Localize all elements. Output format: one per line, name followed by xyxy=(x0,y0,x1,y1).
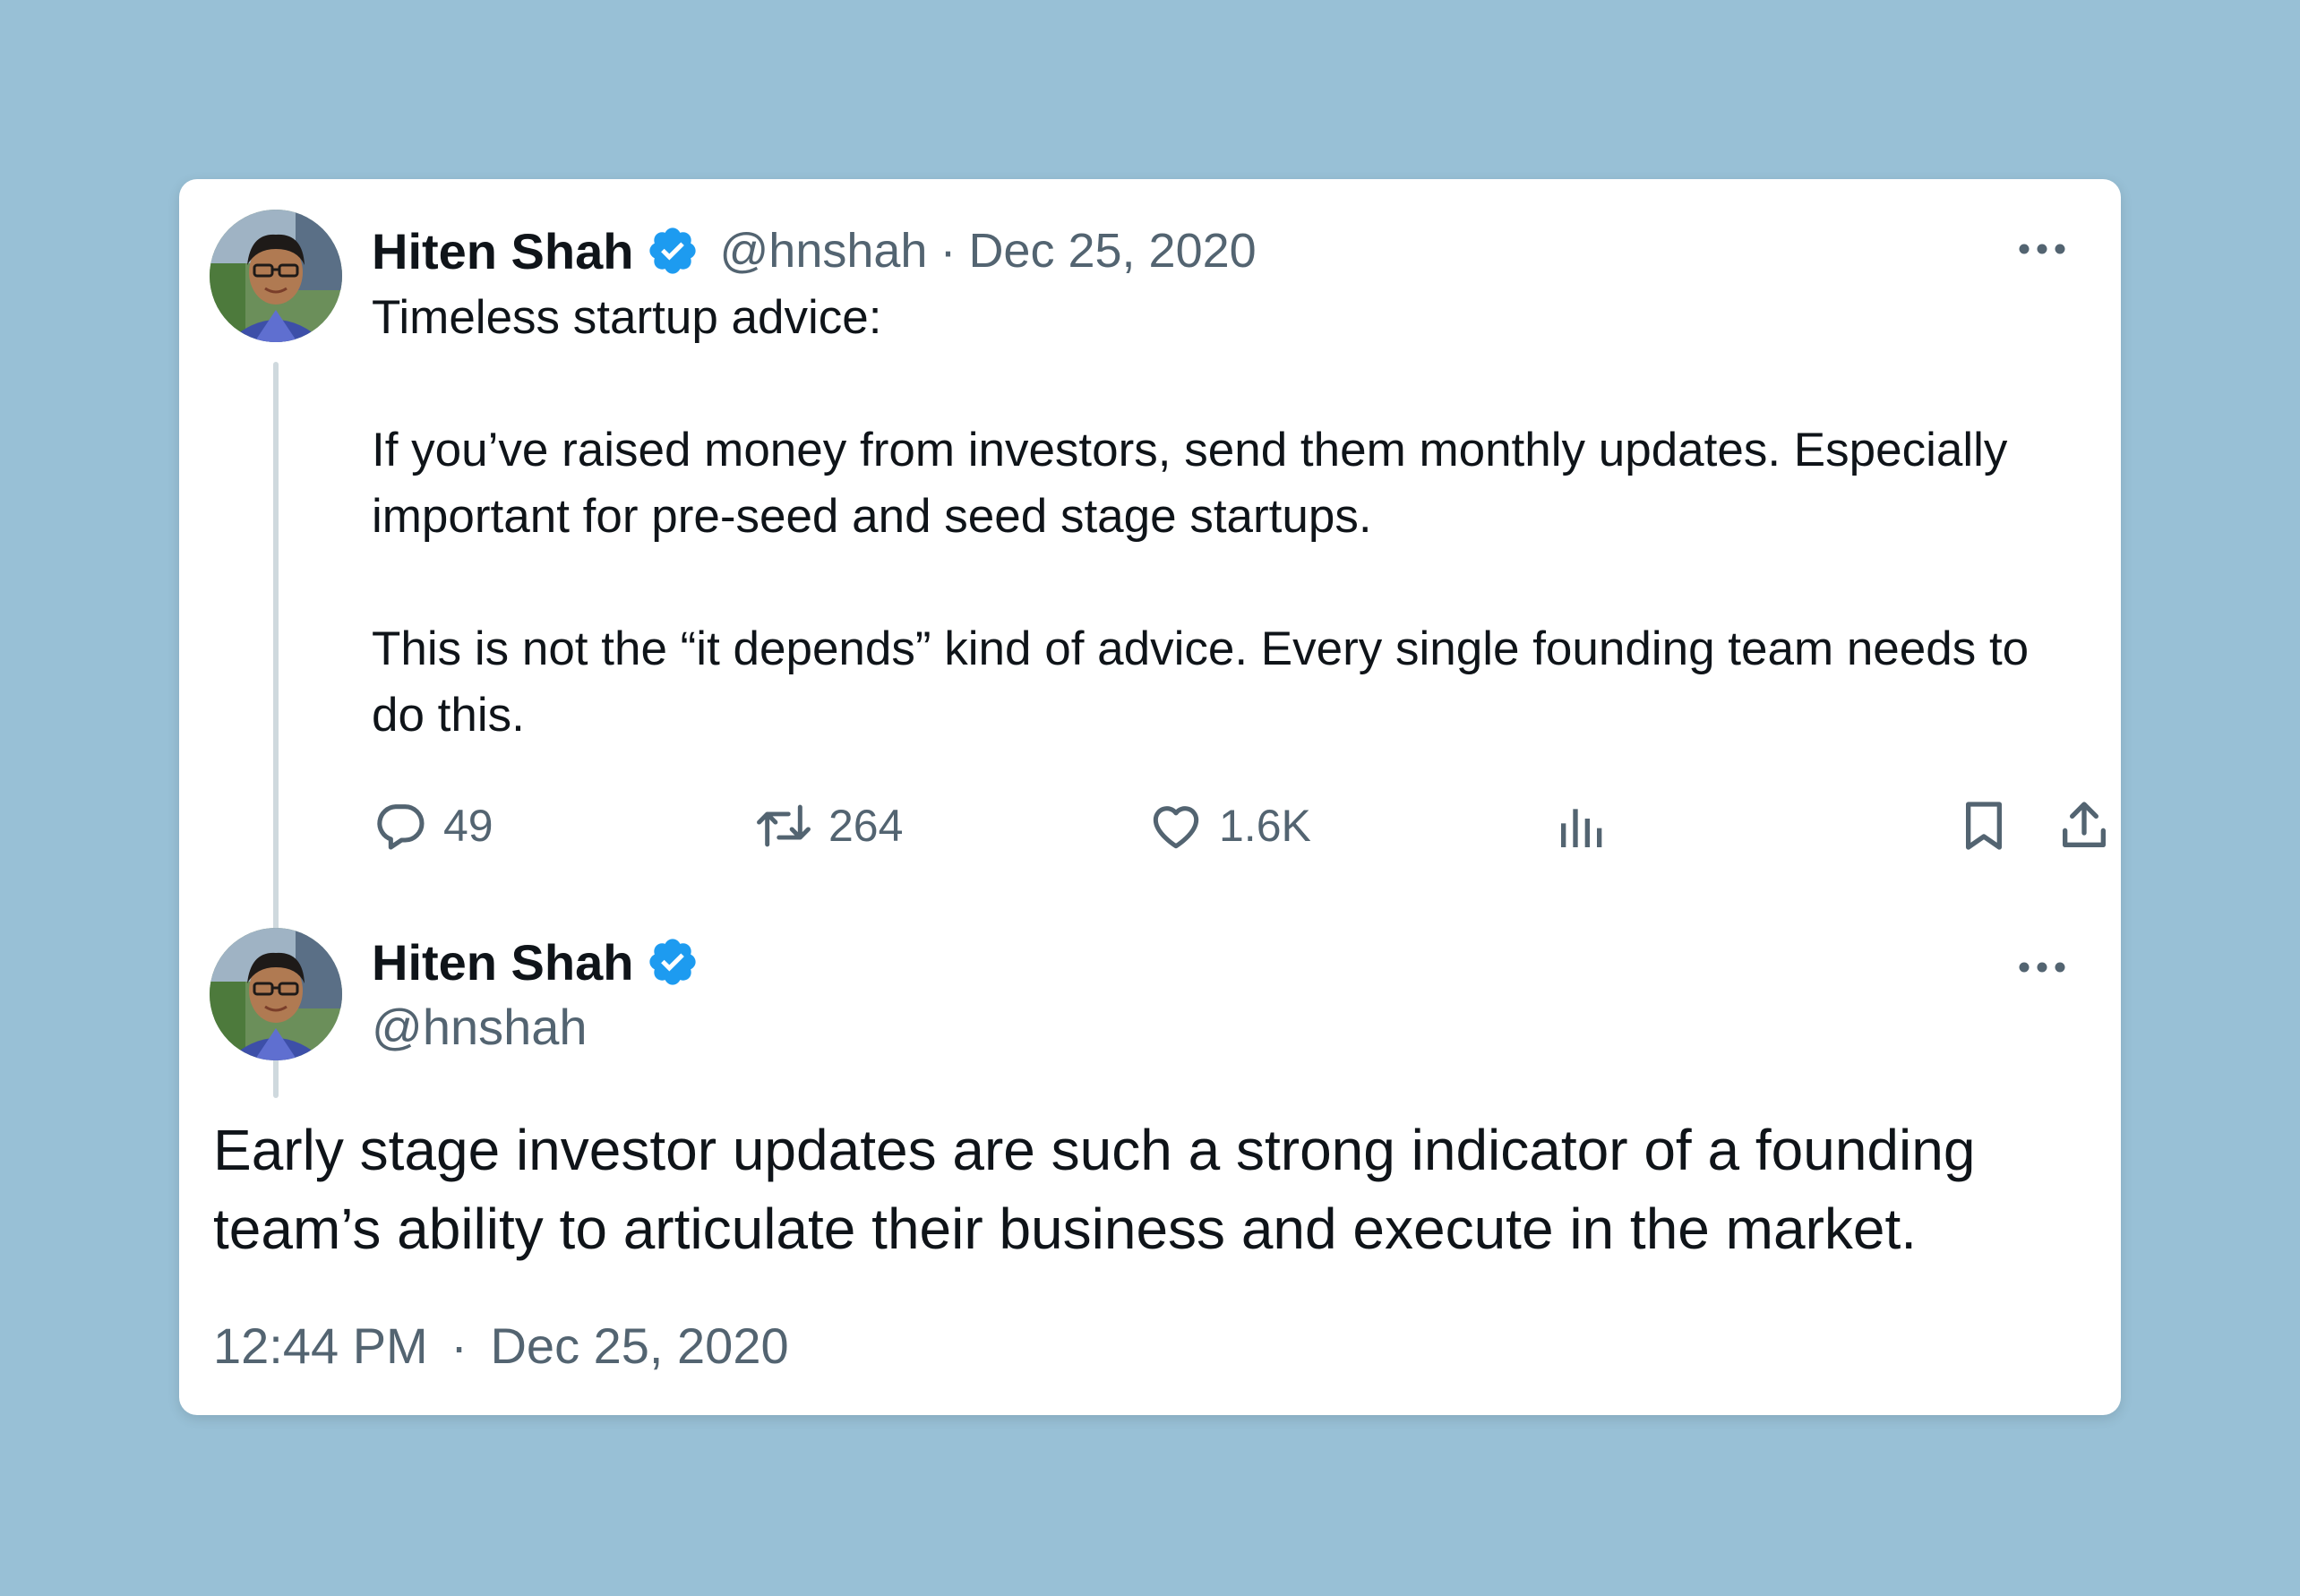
author-name[interactable]: Hiten Shah xyxy=(372,933,633,991)
reply-count: 49 xyxy=(443,801,493,851)
quoted-tweet-header: Hiten Shah @hnshah · Dec 25, 2020 xyxy=(372,217,1257,285)
heart-icon xyxy=(1153,806,1199,849)
verified-badge-icon xyxy=(646,935,699,989)
author-name[interactable]: Hiten Shah xyxy=(372,222,633,280)
retweet-icon xyxy=(757,804,811,847)
tweet-paragraph: This is not the “it depends” kind of adv… xyxy=(372,622,2030,742)
tweet-date: Dec 25, 2020 xyxy=(490,1317,789,1374)
retweet-button[interactable]: 264 xyxy=(753,790,903,862)
author-avatar[interactable] xyxy=(210,210,342,342)
tweet-action-bar: 49 264 1.6K xyxy=(372,790,2106,862)
main-tweet-header: Hiten Shah @hnshah xyxy=(372,928,719,1056)
quoted-tweet-text: Timeless startup advice: If you’ve raise… xyxy=(372,285,2073,749)
like-button[interactable]: 1.6K xyxy=(1147,790,1311,862)
analytics-icon xyxy=(1561,809,1602,847)
views-button[interactable] xyxy=(1554,790,1611,862)
avatar-photo xyxy=(210,210,342,342)
author-avatar[interactable] xyxy=(210,928,342,1060)
like-count: 1.6K xyxy=(1219,801,1311,851)
more-options-button[interactable] xyxy=(2015,940,2069,994)
tweet-thread-card: Hiten Shah @hnshah · Dec 25, 2020 Timele… xyxy=(179,179,2121,1415)
bookmark-icon xyxy=(1966,802,2002,850)
more-options-button[interactable] xyxy=(2015,222,2069,276)
main-tweet-text: Early stage investor updates are such a … xyxy=(213,1118,1976,1261)
author-handle[interactable]: @hnshah xyxy=(719,223,927,279)
reply-button[interactable]: 49 xyxy=(372,790,493,862)
tweet-time: 12:44 PM xyxy=(213,1317,428,1374)
author-handle[interactable]: @hnshah xyxy=(372,998,719,1056)
tweet-timestamp[interactable]: 12:44 PM · Dec 25, 2020 xyxy=(213,1317,789,1375)
avatar-photo xyxy=(210,928,342,1060)
tweet-paragraph: Timeless startup advice: xyxy=(372,291,882,344)
tweet-paragraph: If you’ve raised money from investors, s… xyxy=(372,424,2008,543)
meta-separator: · xyxy=(451,1317,468,1374)
meta-separator: · xyxy=(940,224,957,278)
share-button[interactable] xyxy=(2055,790,2113,862)
share-icon xyxy=(2063,802,2106,847)
more-options-icon xyxy=(2019,244,2065,254)
reply-icon xyxy=(377,804,425,850)
retweet-count: 264 xyxy=(828,801,904,851)
bookmark-button[interactable] xyxy=(1955,790,2012,862)
tweet-date[interactable]: Dec 25, 2020 xyxy=(968,223,1256,279)
more-options-icon xyxy=(2019,962,2065,973)
verified-badge-icon xyxy=(646,224,699,278)
